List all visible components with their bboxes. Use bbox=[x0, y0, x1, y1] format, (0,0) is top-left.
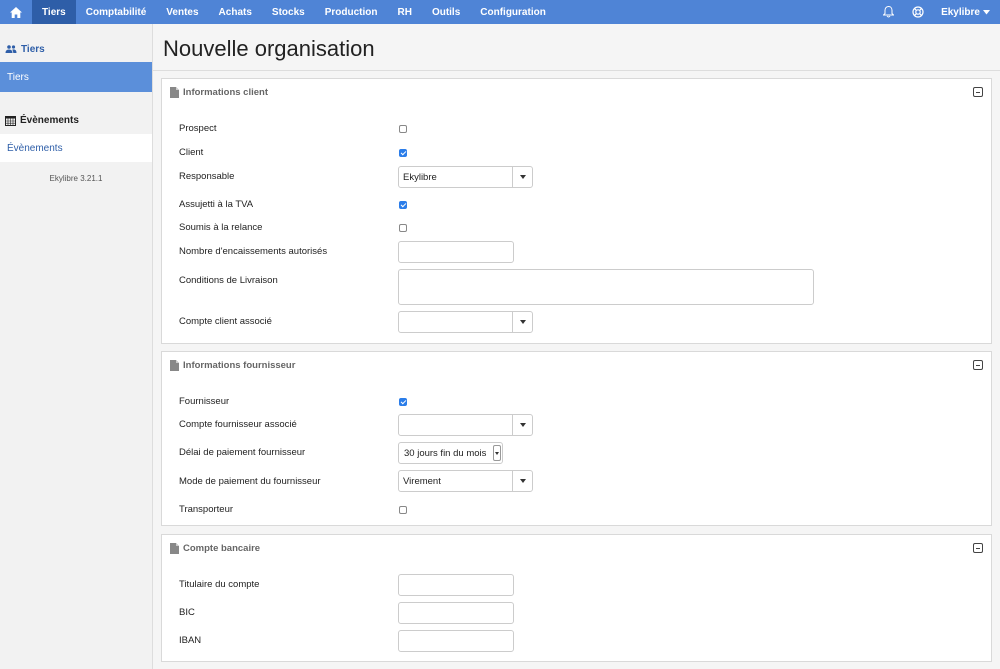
document-icon bbox=[170, 86, 179, 98]
responsable-select-value: Ekylibre bbox=[403, 171, 437, 183]
dropdown-arrow-icon[interactable] bbox=[512, 167, 532, 187]
livraison-textarea[interactable] bbox=[398, 269, 814, 305]
nav-item-configuration[interactable]: Configuration bbox=[470, 0, 556, 24]
collapse-icon[interactable] bbox=[973, 87, 983, 97]
client-info-panel: Informations client Prospect Client Resp… bbox=[161, 78, 992, 344]
page-title: Nouvelle organisation bbox=[163, 36, 375, 61]
compte-client-label: Compte client associé bbox=[179, 316, 272, 327]
assujetti-tva-label: Assujetti à la TVA bbox=[179, 199, 254, 210]
bell-icon[interactable] bbox=[873, 0, 903, 24]
fournisseur-checkbox[interactable] bbox=[399, 398, 407, 406]
compte-client-select[interactable] bbox=[398, 311, 533, 333]
compte-fournisseur-label: Compte fournisseur associé bbox=[179, 419, 297, 430]
nav-item-outils[interactable]: Outils bbox=[422, 0, 470, 24]
mode-paiement-select[interactable]: Virement bbox=[398, 470, 533, 492]
delai-paiement-label: Délai de paiement fournisseur bbox=[179, 447, 306, 458]
sidebar: Tiers Tiers Évènements Évènements Ekylib… bbox=[0, 24, 153, 669]
sidebar-section-events: Évènements bbox=[0, 106, 152, 134]
responsable-label: Responsable bbox=[179, 171, 235, 182]
main-content: Nouvelle organisation Informations clien… bbox=[153, 24, 1000, 669]
iban-label: IBAN bbox=[179, 635, 202, 646]
nav-item-ventes[interactable]: Ventes bbox=[156, 0, 208, 24]
document-icon bbox=[170, 359, 179, 371]
app-version: Ekylibre 3.21.1 bbox=[49, 174, 103, 183]
supplier-panel-title: Informations fournisseur bbox=[183, 359, 296, 371]
bank-account-panel: Compte bancaire Titulaire du compte BIC … bbox=[161, 534, 992, 662]
nav-item-tiers[interactable]: Tiers bbox=[32, 0, 76, 24]
delai-paiement-select[interactable]: 30 jours fin du mois bbox=[398, 442, 503, 464]
calendar-icon bbox=[5, 115, 16, 126]
home-icon[interactable] bbox=[0, 0, 32, 24]
fournisseur-label: Fournisseur bbox=[179, 396, 230, 407]
responsable-select[interactable]: Ekylibre bbox=[398, 166, 533, 188]
bank-panel-title: Compte bancaire bbox=[183, 542, 261, 554]
nav-item-comptabilite[interactable]: Comptabilité bbox=[76, 0, 157, 24]
caret-down-icon bbox=[983, 9, 990, 14]
collapse-icon[interactable] bbox=[973, 360, 983, 370]
encaissements-input[interactable] bbox=[398, 241, 514, 263]
titulaire-label: Titulaire du compte bbox=[179, 579, 260, 590]
mode-paiement-label: Mode de paiement du fournisseur bbox=[179, 476, 321, 487]
sidebar-item-events[interactable]: Évènements bbox=[0, 134, 152, 162]
dropdown-arrow-icon[interactable] bbox=[512, 415, 532, 435]
top-nav-bar: Tiers Comptabilité Ventes Achats Stocks … bbox=[0, 0, 1000, 24]
supplier-info-panel: Informations fournisseur Fournisseur Com… bbox=[161, 351, 992, 526]
users-icon bbox=[5, 45, 17, 53]
client-checkbox[interactable] bbox=[399, 149, 407, 157]
relance-checkbox[interactable] bbox=[399, 224, 407, 232]
dropdown-arrow-icon[interactable] bbox=[512, 471, 532, 491]
client-panel-title: Informations client bbox=[183, 86, 268, 98]
help-lifebuoy-icon[interactable] bbox=[903, 0, 933, 24]
livraison-label: Conditions de Livraison bbox=[179, 275, 278, 286]
titulaire-input[interactable] bbox=[398, 574, 514, 596]
nav-item-rh[interactable]: RH bbox=[387, 0, 421, 24]
client-panel-header: Informations client bbox=[162, 79, 991, 105]
relance-label: Soumis à la relance bbox=[179, 222, 263, 233]
bic-input[interactable] bbox=[398, 602, 514, 624]
sidebar-item-tiers[interactable]: Tiers bbox=[0, 62, 152, 92]
delai-paiement-value: 30 jours fin du mois bbox=[404, 447, 487, 459]
bic-label: BIC bbox=[179, 607, 195, 618]
nav-right-group: Ekylibre bbox=[873, 0, 1000, 24]
encaissements-label: Nombre d'encaissements autorisés bbox=[179, 246, 328, 257]
transporteur-label: Transporteur bbox=[179, 504, 234, 515]
mode-paiement-value: Virement bbox=[403, 475, 441, 487]
prospect-checkbox[interactable] bbox=[399, 125, 407, 133]
sidebar-section-tiers-label: Tiers bbox=[21, 43, 45, 55]
nav-item-stocks[interactable]: Stocks bbox=[262, 0, 315, 24]
prospect-label: Prospect bbox=[179, 123, 217, 134]
dropdown-arrow-icon[interactable] bbox=[493, 445, 501, 461]
user-menu[interactable]: Ekylibre bbox=[933, 7, 1000, 18]
sidebar-section-tiers: Tiers bbox=[0, 36, 152, 62]
sidebar-section-events-label: Évènements bbox=[20, 114, 79, 126]
compte-fournisseur-select[interactable] bbox=[398, 414, 533, 436]
dropdown-arrow-icon[interactable] bbox=[512, 312, 532, 332]
assujetti-tva-checkbox[interactable] bbox=[399, 201, 407, 209]
collapse-icon[interactable] bbox=[973, 543, 983, 553]
title-divider bbox=[153, 70, 1000, 71]
document-icon bbox=[170, 542, 179, 554]
user-name: Ekylibre bbox=[941, 6, 980, 18]
iban-input[interactable] bbox=[398, 630, 514, 652]
nav-item-achats[interactable]: Achats bbox=[209, 0, 262, 24]
bank-panel-header: Compte bancaire bbox=[162, 535, 991, 561]
transporteur-checkbox[interactable] bbox=[399, 506, 407, 514]
nav-item-production[interactable]: Production bbox=[315, 0, 388, 24]
supplier-panel-header: Informations fournisseur bbox=[162, 352, 991, 378]
client-label: Client bbox=[179, 147, 204, 158]
